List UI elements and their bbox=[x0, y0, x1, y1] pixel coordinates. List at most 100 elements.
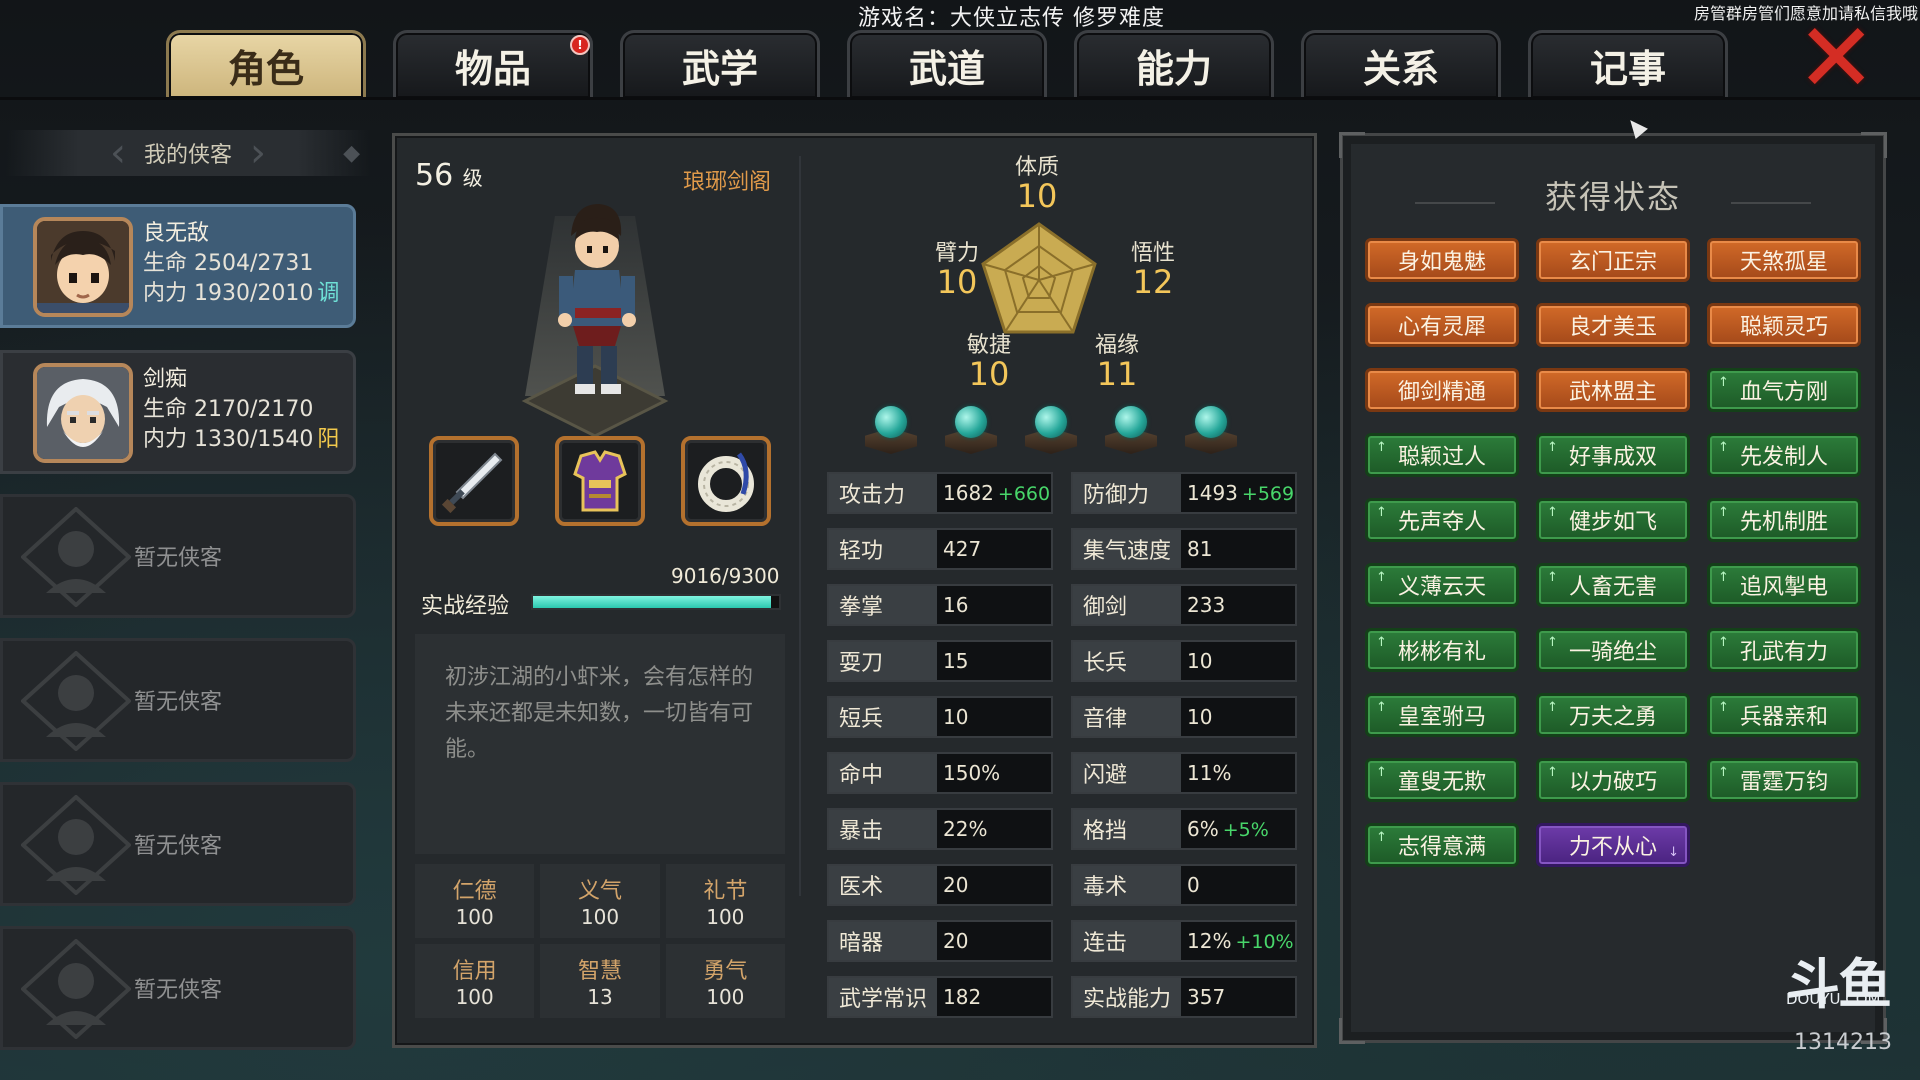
status-badge[interactable]: ↑ 血气方刚 bbox=[1707, 368, 1861, 412]
status-badge[interactable]: ↑ 童叟无欺 bbox=[1365, 758, 1519, 802]
stat-value: 233 bbox=[1181, 593, 1225, 617]
status-badge[interactable]: ↑ 以力破巧 bbox=[1536, 758, 1690, 802]
tab-journal[interactable]: 记事 bbox=[1528, 30, 1728, 98]
status-badge[interactable]: ↑ 好事成双 bbox=[1536, 433, 1690, 477]
status-badge[interactable]: 身如鬼魅 bbox=[1365, 238, 1519, 282]
status-badge[interactable]: ↑ 健步如飞 bbox=[1536, 498, 1690, 542]
stat-cell[interactable]: 长兵 10 bbox=[1071, 640, 1297, 682]
tab-relations[interactable]: 关系 bbox=[1301, 30, 1501, 98]
gem-slot[interactable] bbox=[945, 406, 997, 454]
hero-mp: 内力 1330/1540 bbox=[143, 427, 314, 452]
status-badge[interactable]: 玄门正宗 bbox=[1536, 238, 1690, 282]
gem-slot[interactable] bbox=[865, 406, 917, 454]
status-badge[interactable]: ↑ 义薄云天 bbox=[1365, 563, 1519, 607]
stat-cell[interactable]: 暴击 22% bbox=[827, 808, 1053, 850]
stat-cell[interactable]: 御剑 233 bbox=[1071, 584, 1297, 626]
gem-slot[interactable] bbox=[1185, 406, 1237, 454]
stat-cell[interactable]: 轻功 427 bbox=[827, 528, 1053, 570]
stat-cell[interactable]: 短兵 10 bbox=[827, 696, 1053, 738]
gem-slot[interactable] bbox=[1105, 406, 1157, 454]
empty-hero-slot[interactable]: 暂无侠客 bbox=[0, 782, 356, 906]
stat-name: 耍刀 bbox=[829, 642, 937, 680]
arrow-up-icon: ↑ bbox=[1718, 700, 1729, 715]
tab-martial-arts[interactable]: 武学 bbox=[620, 30, 820, 98]
close-icon[interactable]: ✕ bbox=[1796, 10, 1876, 106]
hero-mp: 内力 1930/2010 bbox=[143, 281, 314, 306]
status-badge[interactable]: ↓ 力不从心 bbox=[1536, 823, 1690, 867]
status-badge[interactable]: 心有灵犀 bbox=[1365, 303, 1519, 347]
status-badge[interactable]: ↑ 先发制人 bbox=[1707, 433, 1861, 477]
stat-number: 15 bbox=[943, 649, 969, 673]
stat-cell[interactable]: 闪避 11% bbox=[1071, 752, 1297, 794]
stat-cell[interactable]: 暗器 20 bbox=[827, 920, 1053, 962]
chevron-right-icon[interactable]: › bbox=[250, 130, 266, 176]
stat-value: 182 bbox=[937, 985, 981, 1009]
status-badge[interactable]: ↑ 兵器亲和 bbox=[1707, 693, 1861, 737]
status-badge[interactable]: ↑ 万夫之勇 bbox=[1536, 693, 1690, 737]
arrow-up-icon: ↑ bbox=[1718, 570, 1729, 585]
armor-slot[interactable] bbox=[555, 436, 645, 526]
stat-name: 暴击 bbox=[829, 810, 937, 848]
tab-martial-way[interactable]: 武道 bbox=[847, 30, 1047, 98]
character-sect[interactable]: 琅琊剑阁 bbox=[683, 164, 771, 196]
status-badge[interactable]: ↑ 志得意满 bbox=[1365, 823, 1519, 867]
tab-label: 武道 bbox=[908, 47, 985, 91]
status-badge[interactable]: ↑ 一骑绝尘 bbox=[1536, 628, 1690, 672]
status-badge[interactable]: ↑ 孔武有力 bbox=[1707, 628, 1861, 672]
status-badge[interactable]: ↑ 皇室驸马 bbox=[1365, 693, 1519, 737]
tab-character[interactable]: 角色 bbox=[166, 30, 366, 98]
empty-hero-slot[interactable]: 暂无侠客 bbox=[0, 494, 356, 618]
status-badge[interactable]: ↑ 先机制胜 bbox=[1707, 498, 1861, 542]
stat-number: 233 bbox=[1187, 593, 1226, 617]
stat-cell[interactable]: 攻击力 1682 +660 bbox=[827, 472, 1053, 514]
arrow-up-icon: ↑ bbox=[1376, 505, 1387, 520]
stat-value: 12% +10% bbox=[1181, 929, 1294, 953]
status-badge[interactable]: ↑ 彬彬有礼 bbox=[1365, 628, 1519, 672]
status-badge[interactable]: ↑ 先声夺人 bbox=[1365, 498, 1519, 542]
tab-items[interactable]: 物品! bbox=[393, 30, 593, 98]
empty-slot-label: 暂无侠客 bbox=[133, 690, 222, 715]
chevron-left-icon[interactable]: ‹ bbox=[110, 130, 126, 176]
stat-cell[interactable]: 耍刀 15 bbox=[827, 640, 1053, 682]
stat-cell[interactable]: 格挡 6% +5% bbox=[1071, 808, 1297, 850]
stat-cell[interactable]: 武学常识 182 bbox=[827, 976, 1053, 1018]
title-rule bbox=[1731, 202, 1811, 204]
empty-hero-slot[interactable]: 暂无侠客 bbox=[0, 638, 356, 762]
tab-abilities[interactable]: 能力 bbox=[1074, 30, 1274, 98]
virtue-name: 信用 bbox=[452, 959, 497, 984]
empty-hero-slot[interactable]: 暂无侠客 bbox=[0, 926, 356, 1050]
weapon-slot[interactable] bbox=[429, 436, 519, 526]
status-label: 良才美玉 bbox=[1568, 315, 1657, 340]
status-badge[interactable]: ↑ 人畜无害 bbox=[1536, 563, 1690, 607]
status-badge[interactable]: ↑ 雷霆万钧 bbox=[1707, 758, 1861, 802]
stat-cell[interactable]: 医术 20 bbox=[827, 864, 1053, 906]
stat-number: 10 bbox=[1187, 705, 1213, 729]
status-badge[interactable]: ↑ 聪颖过人 bbox=[1365, 433, 1519, 477]
stat-cell[interactable]: 音律 10 bbox=[1071, 696, 1297, 738]
stat-value: 150% bbox=[937, 761, 1000, 785]
stat-name: 医术 bbox=[829, 866, 937, 904]
status-badge[interactable]: 良才美玉 bbox=[1536, 303, 1690, 347]
gem-slot[interactable] bbox=[1025, 406, 1077, 454]
status-badge[interactable]: 天煞孤星 bbox=[1707, 238, 1861, 282]
status-badge[interactable]: 武林盟主 bbox=[1536, 368, 1690, 412]
status-label: 皇室驸马 bbox=[1397, 705, 1486, 730]
hero-portrait bbox=[33, 363, 133, 463]
stat-cell[interactable]: 命中 150% bbox=[827, 752, 1053, 794]
stat-number: 20 bbox=[943, 873, 969, 897]
virtue-name: 礼节 bbox=[703, 879, 748, 904]
stat-cell[interactable]: 连击 12% +10% bbox=[1071, 920, 1297, 962]
status-badge[interactable]: 御剑精通 bbox=[1365, 368, 1519, 412]
status-badge[interactable]: ↑ 追风掣电 bbox=[1707, 563, 1861, 607]
status-badge[interactable]: 聪颖灵巧 bbox=[1707, 303, 1861, 347]
stat-cell[interactable]: 防御力 1493 +569 bbox=[1071, 472, 1297, 514]
accessory-slot[interactable] bbox=[681, 436, 771, 526]
tab-divider bbox=[0, 97, 1920, 100]
stat-cell[interactable]: 毒术 0 bbox=[1071, 864, 1297, 906]
stat-cell[interactable]: 集气速度 81 bbox=[1071, 528, 1297, 570]
tab-label: 武学 bbox=[681, 47, 758, 91]
stat-cell[interactable]: 实战能力 357 bbox=[1071, 976, 1297, 1018]
hero-card[interactable]: 良无敌 生命 2504/2731 内力 1930/2010 调 bbox=[0, 204, 356, 328]
stat-cell[interactable]: 拳掌 16 bbox=[827, 584, 1053, 626]
hero-card[interactable]: 剑痴 生命 2170/2170 内力 1330/1540 阳 bbox=[0, 350, 356, 474]
